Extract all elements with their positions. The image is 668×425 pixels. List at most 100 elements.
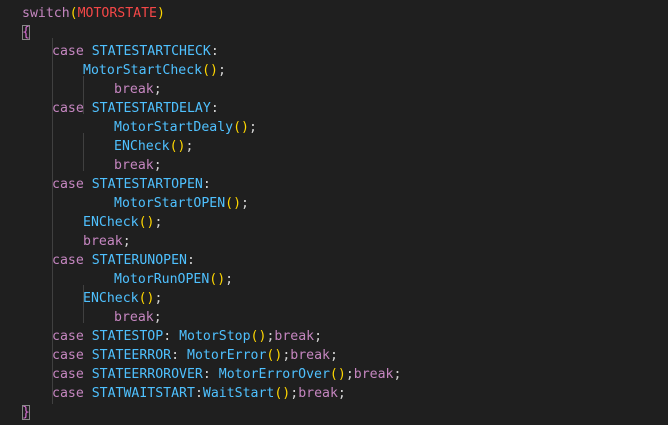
code-token-label: STATESTARTDELAY — [91, 101, 211, 116]
code-token-sym: ; — [153, 158, 162, 173]
code-token-paren: () — [202, 63, 218, 78]
code-token-label: STATERUNOPEN — [91, 253, 187, 268]
code-token-sym: ; — [225, 272, 234, 287]
code-token-sym: ; — [329, 348, 338, 363]
code-token-case: case — [52, 253, 84, 268]
code-line[interactable]: case STATEERROROVER: MotorErrorOver();br… — [52, 365, 401, 384]
code-line[interactable]: ENCheck(); — [83, 213, 162, 232]
code-line[interactable]: case STATEERROR: MotorError();break; — [52, 346, 338, 365]
code-token-break: break — [274, 329, 315, 344]
code-token-label: STATWAITSTART — [91, 386, 195, 401]
code-token-paren: () — [329, 367, 346, 382]
code-token-macro: MOTORSTATE — [77, 6, 157, 21]
code-token-brace: } — [22, 405, 30, 420]
code-token-case: case — [52, 386, 84, 401]
code-token-sym: ; — [122, 234, 131, 249]
code-line[interactable]: case STATESTARTCHECK: — [52, 42, 219, 61]
code-token-sym — [84, 348, 92, 363]
code-token-sym: : — [194, 386, 203, 401]
code-token-sym: ; — [393, 367, 402, 382]
code-token-fn: MotorStartCheck — [83, 63, 203, 78]
code-token-sym: : — [202, 177, 211, 192]
code-line[interactable]: ENCheck(); — [114, 137, 193, 156]
code-token-brace: { — [22, 25, 30, 40]
code-token-sym: ; — [314, 329, 323, 344]
code-token-fn: ENCheck — [83, 291, 139, 306]
code-token-fn: MotorError — [187, 348, 267, 363]
code-token-sym — [84, 177, 92, 192]
code-token-sym — [84, 44, 92, 59]
code-line[interactable]: case STATESTARTDELAY: — [52, 99, 219, 118]
code-token-sym — [84, 367, 92, 382]
code-line[interactable]: MotorStartDealy(); — [114, 118, 257, 137]
code-line[interactable]: switch(MOTORSTATE) — [22, 4, 165, 23]
code-token-sym: ; — [153, 82, 162, 97]
code-token-case: case — [52, 348, 84, 363]
code-line[interactable]: case STATESTOP: MotorStop();break; — [52, 327, 322, 346]
code-token-case: case — [52, 177, 84, 192]
code-line[interactable]: case STATESTARTOPEN: — [52, 175, 211, 194]
code-token-paren: () — [274, 386, 291, 401]
code-token-paren: () — [138, 215, 155, 230]
code-token-sym: ; — [217, 63, 226, 78]
code-line[interactable]: MotorStartOPEN(); — [114, 194, 249, 213]
code-token-case: case — [52, 329, 84, 344]
code-line[interactable]: break; — [114, 156, 162, 175]
code-token-paren: () — [250, 329, 267, 344]
code-token-label: STATEERROROVER — [91, 367, 203, 382]
code-token-paren: ( — [69, 6, 78, 21]
code-token-break: break — [290, 348, 330, 363]
code-token-label: STATESTARTOPEN — [91, 177, 203, 192]
code-line[interactable]: break; — [114, 80, 162, 99]
code-token-break: break — [114, 158, 154, 173]
code-token-sym: : — [202, 367, 219, 382]
code-editor[interactable]: switch(MOTORSTATE) { case STATESTARTCHECK:… — [0, 0, 668, 425]
code-token-sym: : — [210, 44, 219, 59]
code-token-sym: ; — [153, 310, 162, 325]
code-token-paren: () — [225, 196, 242, 211]
code-token-paren: () — [209, 272, 226, 287]
code-token-paren: () — [169, 139, 186, 154]
code-token-label: STATESTARTCHECK — [91, 44, 211, 59]
code-line[interactable]: MotorRunOPEN(); — [114, 270, 233, 289]
code-token-sym: ; — [290, 386, 299, 401]
code-token-sym — [84, 253, 92, 268]
code-token-sym: ; — [241, 196, 249, 211]
code-token-sym: ; — [345, 367, 354, 382]
code-line[interactable]: break; — [114, 308, 162, 327]
code-token-case: case — [52, 101, 84, 116]
code-token-sym: ; — [185, 139, 194, 154]
code-token-fn: MotorStop — [179, 329, 251, 344]
code-token-sym: ; — [248, 120, 257, 135]
code-token-sym: : — [210, 101, 219, 116]
code-line[interactable]: case STATERUNOPEN: — [52, 251, 195, 270]
code-token-sym: : — [163, 329, 180, 344]
code-token-sym: : — [171, 348, 188, 363]
code-token-break: break — [353, 367, 394, 382]
code-token-fn: MotorRunOPEN — [114, 272, 210, 287]
code-token-case: case — [52, 367, 84, 382]
code-token-fn: MotorStartDealy — [114, 120, 234, 135]
code-line[interactable]: } — [22, 403, 30, 422]
code-token-break: break — [298, 386, 338, 401]
code-token-label: STATEERROR — [91, 348, 172, 363]
code-line[interactable]: MotorStartCheck(); — [83, 61, 226, 80]
code-line[interactable]: break; — [83, 232, 131, 251]
code-line[interactable]: case STATWAITSTART:WaitStart();break; — [52, 384, 346, 403]
code-token-sym — [84, 101, 92, 116]
code-token-paren: () — [266, 348, 283, 363]
code-token-paren: () — [233, 120, 249, 135]
code-token-break: break — [83, 234, 123, 249]
code-token-fn: ENCheck — [114, 139, 170, 154]
code-line[interactable]: ENCheck(); — [83, 289, 162, 308]
code-token-sym — [84, 386, 92, 401]
code-token-fn: WaitStart — [202, 386, 275, 401]
code-token-sym: ; — [154, 215, 163, 230]
code-token-break: break — [114, 82, 154, 97]
code-token-fn: ENCheck — [83, 215, 139, 230]
code-token-sym: : — [187, 253, 195, 268]
code-line[interactable]: { — [22, 23, 30, 42]
code-token-break: break — [114, 310, 154, 325]
code-token-fn: MotorStartOPEN — [114, 196, 226, 211]
code-token-kw: switch — [22, 6, 70, 21]
